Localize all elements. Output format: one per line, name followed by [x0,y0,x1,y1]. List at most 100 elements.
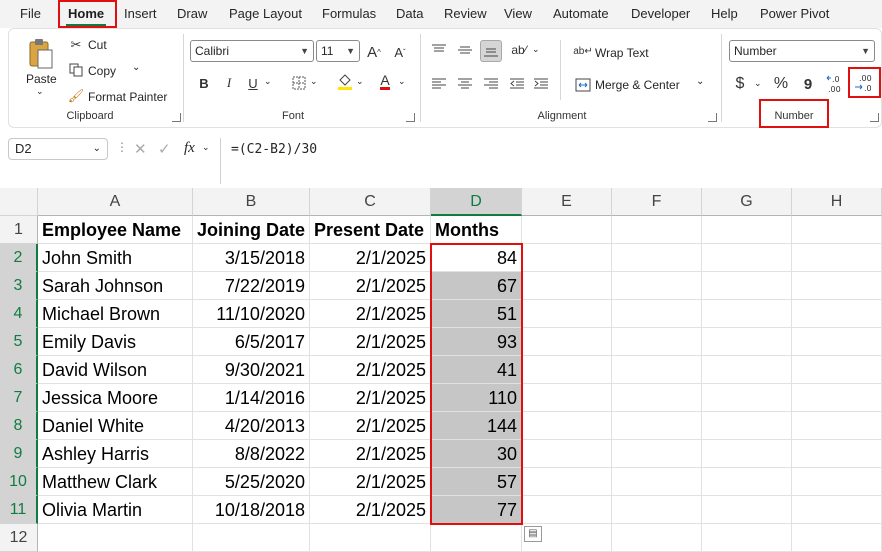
cell-c12[interactable] [310,524,431,552]
cell-a5[interactable]: Emily Davis [38,328,193,356]
align-center-icon[interactable] [456,76,474,92]
fill-color-icon[interactable] [336,72,354,90]
underline-button[interactable]: U [244,74,262,92]
cell-f2[interactable] [612,244,702,272]
menu-file[interactable]: File [20,0,41,28]
paste-label[interactable]: Paste [26,72,57,86]
cell-d12[interactable] [431,524,522,552]
fill-color-dropdown-icon[interactable]: ⌄ [356,76,364,87]
clipboard-launcher-icon[interactable] [172,113,181,122]
cell-f9[interactable] [612,440,702,468]
row-header-12[interactable]: 12 [0,524,38,552]
cell-c7[interactable]: 2/1/2025 [310,384,431,412]
cell-g7[interactable] [702,384,792,412]
column-header-a[interactable]: A [38,188,193,216]
cell-f4[interactable] [612,300,702,328]
cell-h4[interactable] [792,300,882,328]
cell-f12[interactable] [612,524,702,552]
cell-f1[interactable] [612,216,702,244]
cell-f6[interactable] [612,356,702,384]
merge-dropdown-icon[interactable]: ⌄ [696,76,704,87]
paste-dropdown-icon[interactable]: ⌄ [36,86,44,97]
cell-f10[interactable] [612,468,702,496]
cell-e4[interactable] [522,300,612,328]
bold-button[interactable]: B [195,74,213,92]
menu-insert[interactable]: Insert [124,0,157,28]
font-color-icon[interactable]: A [376,72,394,90]
cell-f5[interactable] [612,328,702,356]
cell-e5[interactable] [522,328,612,356]
cell-g10[interactable] [702,468,792,496]
font-name-combo[interactable]: Calibri ▼ [190,40,314,62]
cell-h6[interactable] [792,356,882,384]
cell-e1[interactable] [522,216,612,244]
format-painter-label[interactable]: Format Painter [88,90,167,104]
row-header-3[interactable]: 3 [0,272,38,300]
cell-c11[interactable]: 2/1/2025 [310,496,431,524]
wrap-text-icon[interactable]: ab↵ [573,42,593,60]
cell-f7[interactable] [612,384,702,412]
orientation-dropdown-icon[interactable]: ⌄ [532,44,540,55]
cell-a1[interactable]: Employee Name [38,216,193,244]
orientation-icon[interactable]: ab⁄ [510,42,528,58]
cell-g1[interactable] [702,216,792,244]
row-header-9[interactable]: 9 [0,440,38,468]
wrap-text-label[interactable]: Wrap Text [595,46,649,60]
font-color-dropdown-icon[interactable]: ⌄ [398,76,406,87]
cell-c6[interactable]: 2/1/2025 [310,356,431,384]
cell-b2[interactable]: 3/15/2018 [193,244,310,272]
cell-a11[interactable]: Olivia Martin [38,496,193,524]
cell-b3[interactable]: 7/22/2019 [193,272,310,300]
cell-h11[interactable] [792,496,882,524]
cell-c10[interactable]: 2/1/2025 [310,468,431,496]
cell-a6[interactable]: David Wilson [38,356,193,384]
quick-analysis-icon[interactable]: ▤ [524,526,542,542]
menu-automate[interactable]: Automate [553,0,609,28]
cell-g8[interactable] [702,412,792,440]
column-header-b[interactable]: B [193,188,310,216]
menu-page-layout[interactable]: Page Layout [229,0,302,28]
cell-e3[interactable] [522,272,612,300]
menu-data[interactable]: Data [396,0,423,28]
currency-dropdown-icon[interactable]: ⌄ [754,78,762,89]
font-size-combo[interactable]: 11 ▼ [316,40,360,62]
comma-style-icon[interactable]: 9 [800,74,816,94]
cut-label[interactable]: Cut [88,38,107,52]
font-launcher-icon[interactable] [406,113,415,122]
cell-b7[interactable]: 1/14/2016 [193,384,310,412]
cell-c8[interactable]: 2/1/2025 [310,412,431,440]
cell-e7[interactable] [522,384,612,412]
cell-h9[interactable] [792,440,882,468]
cell-d1[interactable]: Months [431,216,522,244]
cell-h8[interactable] [792,412,882,440]
cell-h5[interactable] [792,328,882,356]
select-all-corner[interactable] [0,188,38,216]
column-header-c[interactable]: C [310,188,431,216]
cell-g11[interactable] [702,496,792,524]
merge-center-label[interactable]: Merge & Center [595,78,680,92]
name-box[interactable]: D2 ⌄ [8,138,108,160]
cell-f8[interactable] [612,412,702,440]
cell-c9[interactable]: 2/1/2025 [310,440,431,468]
cell-b4[interactable]: 11/10/2020 [193,300,310,328]
italic-button[interactable]: I [220,74,238,92]
row-header-8[interactable]: 8 [0,412,38,440]
cell-h1[interactable] [792,216,882,244]
alignment-launcher-icon[interactable] [708,113,717,122]
row-header-5[interactable]: 5 [0,328,38,356]
paste-icon[interactable] [26,38,56,70]
align-bottom-icon[interactable] [480,40,502,62]
align-top-icon[interactable] [430,42,448,58]
increase-font-size-icon[interactable]: A ^ [364,42,384,62]
cell-c1[interactable]: Present Date [310,216,431,244]
insert-function-icon[interactable]: fx [184,140,195,157]
cell-e11[interactable] [522,496,612,524]
copy-label[interactable]: Copy [88,64,116,78]
cell-g9[interactable] [702,440,792,468]
cell-b5[interactable]: 6/5/2017 [193,328,310,356]
cell-b12[interactable] [193,524,310,552]
cell-a8[interactable]: Daniel White [38,412,193,440]
menu-help[interactable]: Help [711,0,738,28]
align-right-icon[interactable] [482,76,500,92]
cell-b11[interactable]: 10/18/2018 [193,496,310,524]
